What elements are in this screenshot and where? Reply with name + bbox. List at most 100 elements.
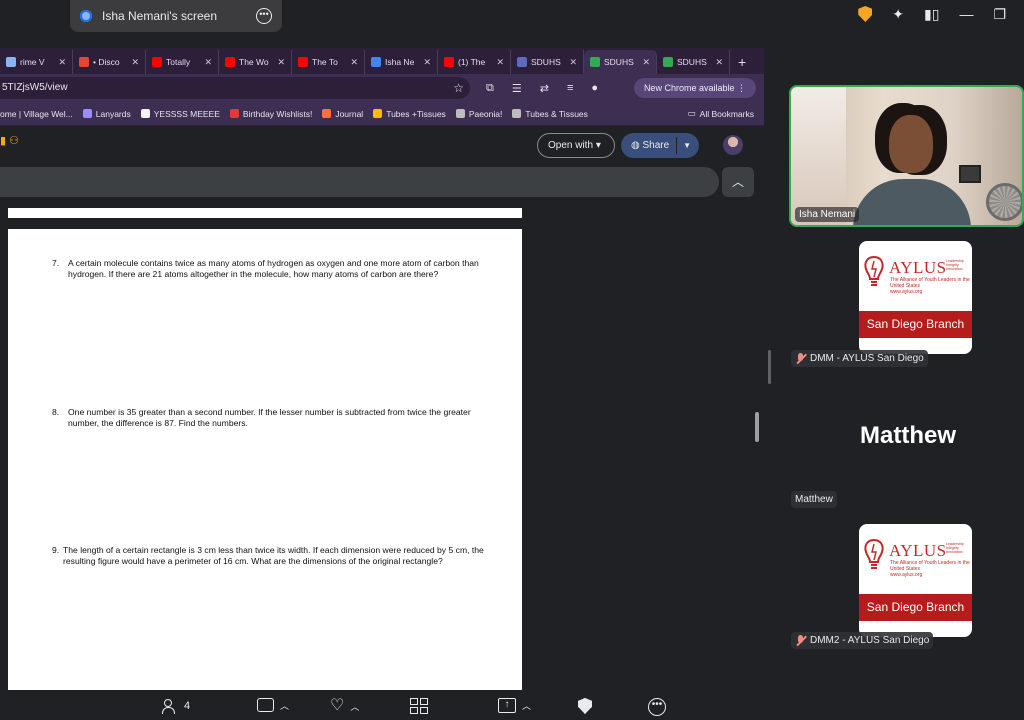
chevron-up-icon[interactable]: ︿ — [522, 699, 531, 712]
browser-tab[interactable]: • Disco ✕ — [73, 50, 146, 74]
presentation-tab[interactable]: Isha Nemani's screen ••• — [70, 0, 282, 32]
browser-tab[interactable]: SDUHS ✕ — [657, 50, 730, 74]
account-avatar[interactable] — [723, 135, 743, 155]
bookmark-label: Tubes & Tissues — [525, 108, 588, 119]
all-bookmarks-button[interactable]: ▭ All Bookmarks — [688, 108, 764, 119]
minimize-icon[interactable]: — — [959, 6, 973, 22]
viewer-search-bar[interactable] — [0, 167, 719, 197]
aylus-logo: AYLUS Leadership Integrity Innovation Th… — [859, 241, 972, 311]
people-button[interactable]: 4 — [162, 698, 190, 714]
participant-name: DMM - AYLUS San Diego — [810, 353, 924, 364]
question-text: A certain molecule contains twice as man… — [68, 258, 479, 279]
participant-initial-name: Matthew — [860, 422, 956, 449]
shield-button[interactable] — [578, 698, 592, 714]
close-icon[interactable]: ✕ — [496, 57, 504, 68]
question-7: 7. A certain molecule contains twice as … — [52, 258, 497, 280]
browser-tab[interactable]: Totally ✕ — [146, 50, 219, 74]
share-dropdown-icon[interactable]: ▼ — [683, 133, 691, 158]
restore-icon[interactable]: ❐ — [993, 6, 1006, 23]
tab-title: The Wo — [239, 57, 269, 67]
profile-icon[interactable]: ● — [591, 82, 598, 95]
close-icon[interactable]: ✕ — [131, 57, 139, 68]
tab-favicon-icon — [152, 57, 162, 67]
share-screen-button[interactable]: ↑ ︿ — [498, 698, 531, 713]
close-icon[interactable]: ✕ — [569, 57, 577, 68]
video-window-bg — [791, 87, 846, 225]
participant-name: DMM2 - AYLUS San Diego — [810, 635, 930, 646]
close-icon[interactable]: ✕ — [715, 57, 723, 68]
tab-favicon-icon — [663, 57, 673, 67]
reading-list-icon[interactable]: ≡ — [567, 82, 573, 95]
share-label: Share — [642, 140, 670, 151]
close-icon[interactable]: ✕ — [642, 57, 650, 68]
browser-tab[interactable]: The Wo ✕ — [219, 50, 292, 74]
more-actions-button[interactable]: ••• — [648, 698, 666, 716]
self-video-tile[interactable]: Isha Nemani — [789, 85, 1024, 227]
tab-title: Isha Ne — [385, 57, 415, 67]
bookmark-label: YESSSS MEEEE — [153, 108, 220, 119]
add-shortcut-icon[interactable]: ▮ ⚇ — [0, 134, 19, 147]
participant-tile-dmm2[interactable]: AYLUS Leadership Integrity Innovation Th… — [859, 524, 972, 637]
open-with-button[interactable]: Open with ▾ — [537, 133, 615, 158]
tab-title: Totally — [166, 57, 191, 67]
bookmark-item[interactable]: Paeonia! — [455, 109, 502, 119]
more-options-icon[interactable]: ••• — [256, 8, 272, 24]
bookmark-item[interactable]: Journal — [322, 109, 363, 119]
close-icon[interactable]: ✕ — [277, 57, 285, 68]
open-with-label: Open with — [548, 140, 594, 151]
participant-label-dmm2: DMM2 - AYLUS San Diego — [791, 632, 934, 649]
close-icon[interactable]: ✕ — [58, 57, 66, 68]
share-divider — [676, 137, 677, 154]
extensions-icon[interactable]: ⧉ — [486, 82, 494, 95]
bookmark-item[interactable]: Tubes & Tissues — [512, 109, 588, 119]
layout-button[interactable] — [410, 698, 428, 714]
reactions-button[interactable]: ♡ ︿ — [330, 698, 359, 714]
meet-panel-scrollbar[interactable] — [768, 350, 771, 384]
presenting-icon — [80, 10, 92, 22]
reader-icon[interactable]: ☰ — [512, 82, 522, 95]
chat-button[interactable]: ︿ — [257, 698, 289, 712]
globe-icon: ◍ — [631, 140, 643, 151]
close-icon[interactable]: ✕ — [204, 57, 212, 68]
bookmark-star-icon[interactable]: ☆ — [453, 77, 464, 99]
translate-icon[interactable]: ⇄ — [540, 82, 549, 95]
shared-browser-window: rime V ✕ • Disco ✕ Totally ✕ The Wo ✕ The To ✕ Ish… — [0, 48, 764, 690]
bookmark-item[interactable]: YESSSS MEEEE — [140, 108, 220, 119]
address-bar[interactable]: 5TIZjsW5/view ☆ — [0, 77, 470, 99]
bookmark-item[interactable]: Tubes +Tissues — [373, 109, 446, 119]
magic-wand-icon[interactable]: ✦ — [892, 6, 904, 23]
bookmark-favicon-icon — [82, 109, 92, 118]
new-chrome-available-button[interactable]: New Chrome available ⋮ — [633, 78, 756, 98]
browser-tab[interactable]: (1) The ✕ — [438, 50, 511, 74]
url-text: 5TIZjsW5/view — [2, 82, 68, 93]
bookmark-item[interactable]: ome | Village Wel... — [0, 109, 73, 119]
close-icon[interactable]: ✕ — [350, 57, 358, 68]
browser-tab[interactable]: SDUHS ✕ — [511, 50, 584, 74]
chevron-up-icon[interactable]: ︿ — [350, 700, 359, 713]
participant-tile-dmm[interactable]: AYLUS Leadership Integrity Innovation Th… — [859, 241, 972, 354]
share-button[interactable]: ◍ Share ▼ — [621, 133, 699, 158]
chevron-up-icon[interactable]: ︿ — [280, 699, 289, 712]
bookmark-item[interactable]: Birthday Wishlists! — [229, 109, 312, 119]
dropdown-caret-icon: ▾ — [595, 140, 601, 151]
brave-shield-icon[interactable] — [858, 6, 873, 22]
browser-tab[interactable]: rime V ✕ — [0, 50, 73, 74]
people-icon — [162, 698, 178, 714]
bookmark-item[interactable]: Lanyards — [82, 109, 131, 119]
new-tab-button[interactable]: + — [730, 54, 754, 74]
tab-title: • Disco — [93, 57, 120, 67]
browser-tab[interactable]: Isha Ne ✕ — [365, 50, 438, 74]
shield-icon — [578, 698, 592, 714]
tab-title: SDUHS — [677, 57, 707, 67]
close-icon[interactable]: ✕ — [423, 57, 431, 68]
chat-icon — [257, 698, 274, 712]
bookmark-favicon-icon — [373, 109, 383, 118]
tab-favicon-icon — [6, 57, 16, 67]
sidebar-icon[interactable]: ▮▯ — [924, 6, 939, 23]
browser-tab[interactable]: The To ✕ — [292, 50, 365, 74]
viewer-scrollbar[interactable] — [755, 412, 759, 442]
chevron-up-icon[interactable]: ︿ — [722, 167, 754, 197]
kebab-menu-icon[interactable]: ⋮ — [737, 83, 746, 93]
browser-tab[interactable]: SDUHS ✕ — [584, 50, 657, 74]
aylus-site: www.aylus.org — [890, 289, 923, 295]
